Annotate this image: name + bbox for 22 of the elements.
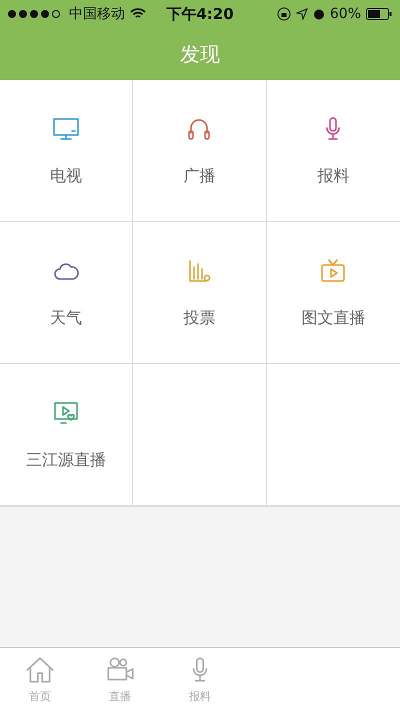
- location-icon: [296, 8, 308, 20]
- clock-time: 下午4:20: [166, 4, 234, 24]
- battery-percent: 60%: [330, 6, 361, 22]
- grid-label: 电视: [50, 166, 82, 187]
- grid-label: 天气: [50, 308, 82, 329]
- grid-item[interactable]: 投票: [133, 222, 267, 364]
- grid-label: 报料: [317, 166, 350, 187]
- grid-item[interactable]: 报料: [266, 80, 400, 222]
- carrier-name: 中国移动: [69, 5, 125, 23]
- grid-item[interactable]: 广播: [133, 80, 267, 222]
- grid-label: 广播: [183, 166, 216, 187]
- grid-item[interactable]: 天气: [0, 222, 134, 364]
- grid-item[interactable]: 电视: [0, 80, 134, 222]
- grid-label: 三江源直播: [26, 450, 106, 471]
- battery-icon: [366, 8, 392, 20]
- grid-item[interactable]: 三江源直播: [0, 364, 134, 506]
- grid-label: 投票: [183, 308, 216, 329]
- grid-label: 图文直播: [301, 308, 366, 329]
- wifi-icon: [130, 8, 146, 20]
- page-title: 发现: [180, 40, 220, 68]
- rotation-lock-icon: [276, 7, 291, 21]
- grid-item[interactable]: 图文直播: [266, 222, 400, 364]
